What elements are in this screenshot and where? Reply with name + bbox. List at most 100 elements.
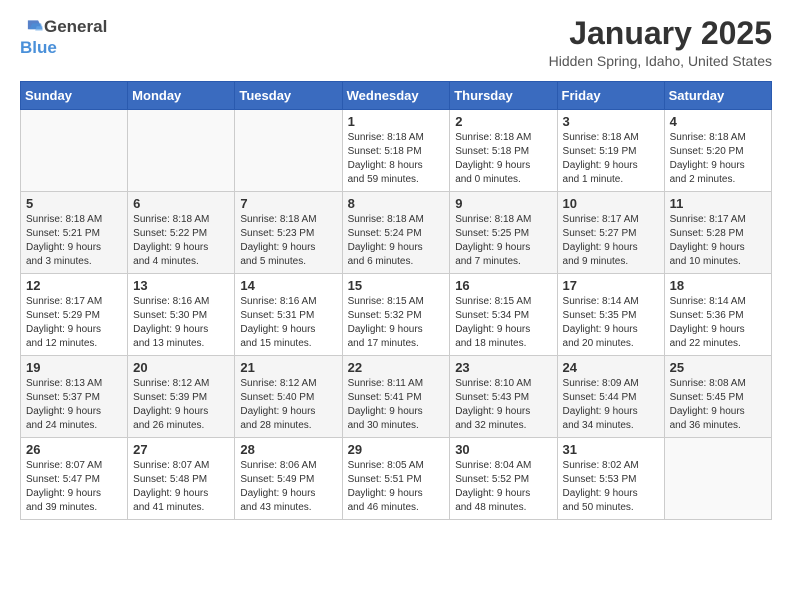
day-number: 15: [348, 278, 445, 293]
day-number: 13: [133, 278, 229, 293]
day-info: Sunrise: 8:07 AMSunset: 5:47 PMDaylight:…: [26, 459, 122, 515]
title-block: January 2025 Hidden Spring, Idaho, Unite…: [549, 16, 772, 69]
table-row: 1 Sunrise: 8:18 AMSunset: 5:18 PMDaylight…: [342, 110, 450, 192]
day-number: 7: [240, 196, 336, 211]
col-friday: Friday: [557, 82, 664, 110]
col-monday: Monday: [128, 82, 235, 110]
day-number: 6: [133, 196, 229, 211]
day-number: 28: [240, 442, 336, 457]
day-number: 10: [563, 196, 659, 211]
day-info: Sunrise: 8:12 AMSunset: 5:40 PMDaylight:…: [240, 377, 336, 433]
day-number: 3: [563, 114, 659, 129]
table-row: 31Sunrise: 8:02 AMSunset: 5:53 PMDayligh…: [557, 438, 664, 520]
day-number: 30: [455, 442, 551, 457]
day-number: 22: [348, 360, 445, 375]
day-number: 11: [670, 196, 766, 211]
table-row: 16Sunrise: 8:15 AMSunset: 5:34 PMDayligh…: [450, 274, 557, 356]
day-info: Sunrise: 8:18 AMSunset: 5:25 PMDaylight:…: [455, 213, 551, 269]
col-sunday: Sunday: [21, 82, 128, 110]
table-row: 20 Sunrise: 8:12 AMSunset: 5:39 PMDayligh…: [128, 356, 235, 438]
table-row: 11 Sunrise: 8:17 AMSunset: 5:28 PMDayligh…: [664, 192, 771, 274]
day-number: 25: [670, 360, 766, 375]
day-info: Sunrise: 8:09 AMSunset: 5:44 PMDaylight:…: [563, 377, 659, 433]
day-number: 19: [26, 360, 122, 375]
day-info: Sunrise: 8:08 AMSunset: 5:45 PMDaylight:…: [670, 377, 766, 433]
day-info: Sunrise: 8:14 AMSunset: 5:36 PMDaylight:…: [670, 295, 766, 351]
day-info: Sunrise: 8:05 AMSunset: 5:51 PMDaylight:…: [348, 459, 445, 515]
col-saturday: Saturday: [664, 82, 771, 110]
day-info: Sunrise: 8:16 AMSunset: 5:31 PMDaylight:…: [240, 295, 336, 351]
table-row: 10 Sunrise: 8:17 AMSunset: 5:27 PMDayligh…: [557, 192, 664, 274]
day-number: 12: [26, 278, 122, 293]
day-info: Sunrise: 8:11 AMSunset: 5:41 PMDaylight:…: [348, 377, 445, 433]
calendar-table: Sunday Monday Tuesday Wednesday Thursday…: [20, 81, 772, 520]
day-info: Sunrise: 8:17 AMSunset: 5:29 PMDaylight:…: [26, 295, 122, 351]
table-row: 7Sunrise: 8:18 AMSunset: 5:23 PMDaylight…: [235, 192, 342, 274]
calendar-subtitle: Hidden Spring, Idaho, United States: [549, 53, 772, 69]
table-row: 13 Sunrise: 8:16 AMSunset: 5:30 PMDayligh…: [128, 274, 235, 356]
day-info: Sunrise: 8:16 AMSunset: 5:30 PMDaylight:…: [133, 295, 229, 351]
day-number: 17: [563, 278, 659, 293]
calendar-header-row: Sunday Monday Tuesday Wednesday Thursday…: [21, 82, 772, 110]
page-header: General Blue January 2025 Hidden Spring,…: [20, 16, 772, 69]
day-number: 18: [670, 278, 766, 293]
col-thursday: Thursday: [450, 82, 557, 110]
calendar-week-row: 12 Sunrise: 8:17 AMSunset: 5:29 PMDayligh…: [21, 274, 772, 356]
day-info: Sunrise: 8:17 AMSunset: 5:27 PMDaylight:…: [563, 213, 659, 269]
day-number: 2: [455, 114, 551, 129]
table-row: 15 Sunrise: 8:15 AMSunset: 5:32 PMDayligh…: [342, 274, 450, 356]
col-wednesday: Wednesday: [342, 82, 450, 110]
day-number: 26: [26, 442, 122, 457]
day-number: 23: [455, 360, 551, 375]
calendar-week-row: 26 Sunrise: 8:07 AMSunset: 5:47 PMDayligh…: [21, 438, 772, 520]
day-info: Sunrise: 8:17 AMSunset: 5:28 PMDaylight:…: [670, 213, 766, 269]
day-number: 1: [348, 114, 445, 129]
table-row: 28 Sunrise: 8:06 AMSunset: 5:49 PMDayligh…: [235, 438, 342, 520]
calendar-title: January 2025: [549, 16, 772, 51]
table-row: 8Sunrise: 8:18 AMSunset: 5:24 PMDaylight…: [342, 192, 450, 274]
day-info: Sunrise: 8:18 AMSunset: 5:19 PMDaylight:…: [563, 131, 659, 187]
day-info: Sunrise: 8:12 AMSunset: 5:39 PMDaylight:…: [133, 377, 229, 433]
day-number: 4: [670, 114, 766, 129]
day-info: Sunrise: 8:04 AMSunset: 5:52 PMDaylight:…: [455, 459, 551, 515]
day-info: Sunrise: 8:18 AMSunset: 5:20 PMDaylight:…: [670, 131, 766, 187]
day-info: Sunrise: 8:18 AMSunset: 5:21 PMDaylight:…: [26, 213, 122, 269]
col-tuesday: Tuesday: [235, 82, 342, 110]
logo: General Blue: [20, 16, 107, 58]
table-row: 17 Sunrise: 8:14 AMSunset: 5:35 PMDayligh…: [557, 274, 664, 356]
table-row: 24 Sunrise: 8:09 AMSunset: 5:44 PMDayligh…: [557, 356, 664, 438]
table-row: 3 Sunrise: 8:18 AMSunset: 5:19 PMDaylight…: [557, 110, 664, 192]
day-info: Sunrise: 8:14 AMSunset: 5:35 PMDaylight:…: [563, 295, 659, 351]
day-number: 24: [563, 360, 659, 375]
day-info: Sunrise: 8:18 AMSunset: 5:24 PMDaylight:…: [348, 213, 445, 269]
day-number: 20: [133, 360, 229, 375]
day-info: Sunrise: 8:07 AMSunset: 5:48 PMDaylight:…: [133, 459, 229, 515]
day-info: Sunrise: 8:15 AMSunset: 5:32 PMDaylight:…: [348, 295, 445, 351]
day-number: 31: [563, 442, 659, 457]
page-container: General Blue January 2025 Hidden Spring,…: [0, 0, 792, 530]
day-number: 5: [26, 196, 122, 211]
table-row: 9 Sunrise: 8:18 AMSunset: 5:25 PMDaylight…: [450, 192, 557, 274]
day-number: 29: [348, 442, 445, 457]
table-row: 29 Sunrise: 8:05 AMSunset: 5:51 PMDayligh…: [342, 438, 450, 520]
table-row: 22 Sunrise: 8:11 AMSunset: 5:41 PMDayligh…: [342, 356, 450, 438]
table-row: 4 Sunrise: 8:18 AMSunset: 5:20 PMDaylight…: [664, 110, 771, 192]
table-row: 27Sunrise: 8:07 AMSunset: 5:48 PMDayligh…: [128, 438, 235, 520]
day-number: 9: [455, 196, 551, 211]
table-row: [128, 110, 235, 192]
table-row: 18 Sunrise: 8:14 AMSunset: 5:36 PMDayligh…: [664, 274, 771, 356]
day-number: 21: [240, 360, 336, 375]
day-info: Sunrise: 8:18 AMSunset: 5:18 PMDaylight:…: [348, 131, 445, 187]
table-row: 25 Sunrise: 8:08 AMSunset: 5:45 PMDayligh…: [664, 356, 771, 438]
day-info: Sunrise: 8:15 AMSunset: 5:34 PMDaylight:…: [455, 295, 551, 351]
table-row: [664, 438, 771, 520]
calendar-week-row: 19Sunrise: 8:13 AMSunset: 5:37 PMDayligh…: [21, 356, 772, 438]
logo-general-text: General: [44, 17, 107, 37]
table-row: 30 Sunrise: 8:04 AMSunset: 5:52 PMDayligh…: [450, 438, 557, 520]
table-row: 5 Sunrise: 8:18 AMSunset: 5:21 PMDaylight…: [21, 192, 128, 274]
table-row: 6 Sunrise: 8:18 AMSunset: 5:22 PMDaylight…: [128, 192, 235, 274]
table-row: [21, 110, 128, 192]
day-info: Sunrise: 8:18 AMSunset: 5:22 PMDaylight:…: [133, 213, 229, 269]
day-number: 14: [240, 278, 336, 293]
day-info: Sunrise: 8:06 AMSunset: 5:49 PMDaylight:…: [240, 459, 336, 515]
